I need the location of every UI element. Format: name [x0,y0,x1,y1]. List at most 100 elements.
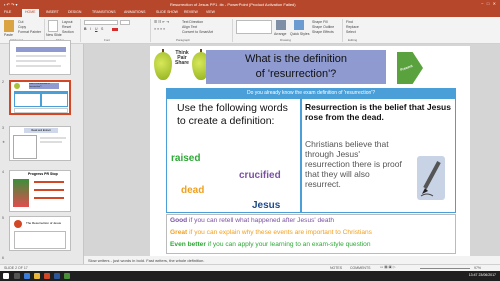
explanation-text: Christians believe that through Jesus' r… [305,139,402,189]
file-explorer-icon[interactable] [34,273,40,279]
slide-title[interactable]: What is the definition of 'resurrection'… [206,50,386,84]
edge-icon[interactable] [24,273,30,279]
slide-editing-area[interactable]: Think Pair Share What is the definition … [84,44,500,256]
shapes-gallery[interactable] [236,20,272,34]
arrange-button[interactable]: Arrange [274,32,286,36]
arrange-icon[interactable] [276,20,286,30]
bold-icon[interactable]: B [84,27,87,31]
minimize-button[interactable]: − [481,1,483,6]
cut-button[interactable]: Cut [18,20,23,24]
italic-icon[interactable]: I [90,27,91,31]
shape-effects-button[interactable]: Shape Effects [312,30,334,34]
slide-number-3: 3 [2,126,4,130]
tab-review[interactable]: REVIEW [184,10,198,14]
view-buttons[interactable]: ▭ ▦ ▣ ▷ [380,265,396,269]
quick-access-toolbar[interactable]: ▪ ↶ ↷ ▾ [4,2,17,7]
text-direction-button[interactable]: Text Direction [182,20,203,24]
search-icon[interactable] [14,273,20,279]
group-drawing: Drawing [280,38,292,42]
font-size-select[interactable] [120,20,130,25]
group-paragraph: Paragraph [176,38,191,42]
start-icon[interactable] [3,273,9,279]
slide-number-4: 4 [2,170,4,174]
slide-title-line1: What is the definition [244,53,348,65]
layout-button[interactable]: Layout [62,20,73,24]
reset-button[interactable]: Reset [62,25,71,29]
criteria-even-better: Even better if you can apply your learni… [170,241,371,248]
select-button[interactable]: Select [346,30,356,34]
maximize-button[interactable]: □ [487,1,489,6]
word-raised: raised [171,153,201,164]
slide-thumbnail-1[interactable] [9,40,71,75]
format-painter-button[interactable]: Format Painter [18,30,41,34]
powerpoint-icon[interactable] [44,273,50,279]
tab-home[interactable]: HOME [22,9,39,17]
underline-icon[interactable]: U [95,27,98,31]
slide-number-5: 5 [2,216,4,220]
paste-icon[interactable] [4,20,14,32]
section-button[interactable]: Section [62,30,74,34]
title-bar: ▪ ↶ ↷ ▾ Resurrection of Jesus PP1 .ttx -… [0,0,500,9]
thumb-2-title: What is the definition of 'resurrection'… [29,83,59,89]
slide-thumbnail-5[interactable]: The Resurrection of Jesus [9,216,71,251]
pen-icon [417,156,445,200]
font-color-icon[interactable] [112,28,118,31]
thumb-3-title: Read and Extract [24,128,58,133]
new-slide-icon[interactable] [48,20,58,32]
bullets-icon[interactable]: ☰ ☷ ⇤ ⇥ [154,20,169,24]
slide-counter: SLIDE 2 OF 17 [4,266,28,270]
think-pair-share: Think Pair Share [175,50,189,66]
tab-transitions[interactable]: TRANSITIONS [92,10,116,14]
strikethrough-icon[interactable]: S [101,27,103,31]
chrome-icon[interactable] [64,273,70,279]
window-title: Resurrection of Jesus PP1 .ttx - PowerPo… [170,2,296,7]
question-banner[interactable]: Do you already know the exam definition … [166,88,456,98]
slide-2[interactable]: Think Pair Share What is the definition … [150,46,470,256]
ribbon: Paste Cut Copy Format Painter Clipboard … [0,17,500,44]
close-button[interactable]: ✕ [493,1,496,6]
present-label: Present [399,63,414,73]
definition-box[interactable]: Resurrection is the belief that Jesus ro… [301,98,456,213]
zoom-level[interactable]: 97% [474,266,481,270]
convert-smartart-button[interactable]: Convert to SmartArt [182,30,213,34]
slide-thumbnail-pane[interactable]: 2 What is the definition of 'resurrectio… [0,40,84,264]
comments-toggle[interactable]: COMMENTS [350,266,370,270]
shape-fill-button[interactable]: Shape Fill [312,20,328,24]
window-controls[interactable]: − □ ✕ [481,1,496,6]
tab-insert[interactable]: INSERT [46,10,59,14]
paste-button[interactable]: Paste [4,33,13,37]
notes-toggle[interactable]: NOTES [330,266,342,270]
tab-design[interactable]: DESIGN [68,10,81,14]
tab-view[interactable]: VIEW [206,10,215,14]
tab-file[interactable]: FILE [4,10,11,14]
windows-taskbar: 13:47 23/06/2017 [0,271,500,281]
align-icons[interactable]: ≡ ≡ ≡ ≡ [154,27,165,31]
definition-text: Resurrection is the belief that Jesus ro… [305,102,451,122]
system-clock: 13:47 23/06/2017 [468,273,496,277]
group-font: Font [104,38,111,42]
tab-slide-show[interactable]: SLIDE SHOW [156,10,178,14]
slide-thumbnail-2[interactable]: What is the definition of 'resurrection'… [9,80,71,115]
criteria-good: Good if you can retell what happened aft… [170,217,335,224]
zoom-slider[interactable] [420,268,470,269]
tab-animations[interactable]: ANIMATIONS [124,10,146,14]
notes-pane[interactable]: Slow writers - just words in bold. Fast … [84,256,500,264]
present-arrow[interactable]: Present [397,52,423,84]
find-button[interactable]: Find [346,20,353,24]
quick-styles-button[interactable]: Quick Styles [290,32,309,36]
slide-thumbnail-4[interactable]: Progress PR Stop [9,170,71,212]
new-slide-button[interactable]: New Slide [46,33,62,37]
replace-button[interactable]: Replace [346,25,359,29]
shape-outline-button[interactable]: Shape Outline [312,25,334,29]
word-task-box[interactable]: Use the following words to create a defi… [166,98,301,213]
word-dead: dead [181,185,205,196]
quick-styles-icon[interactable] [294,20,304,30]
font-name-select[interactable] [84,20,118,25]
success-criteria-box[interactable]: Good if you can retell what happened aft… [166,214,456,254]
pear-image-left [154,52,172,80]
slide-title-line2: of 'resurrection'? [255,68,337,80]
slide-thumbnail-3[interactable]: Read and Extract [9,126,71,161]
copy-button[interactable]: Copy [18,25,26,29]
word-icon[interactable] [54,273,60,279]
align-text-button[interactable]: Align Text [182,25,197,29]
